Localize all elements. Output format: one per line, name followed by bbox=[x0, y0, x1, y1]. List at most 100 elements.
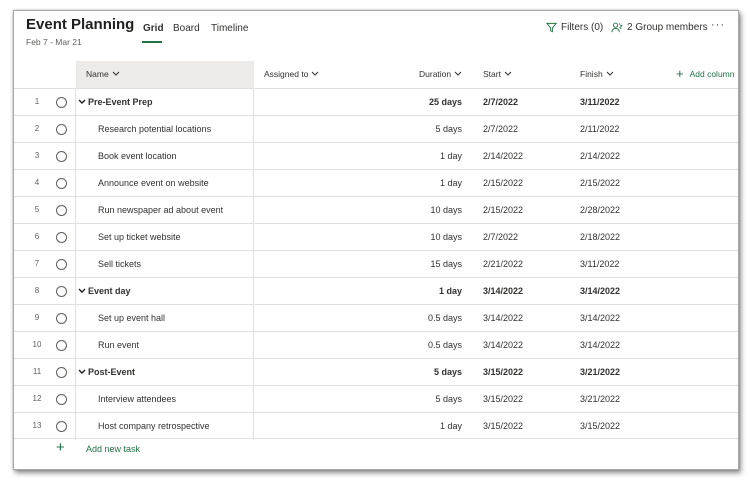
table-row[interactable]: 10 Run event 0.5 days 3/14/2022 3/14/2022 bbox=[14, 331, 738, 359]
task-duration[interactable]: 10 days bbox=[430, 232, 462, 242]
task-start[interactable]: 2/15/2022 bbox=[483, 205, 523, 215]
task-start[interactable]: 2/7/2022 bbox=[483, 232, 518, 242]
task-name[interactable]: Run event bbox=[98, 340, 139, 350]
table-row[interactable]: 8 Event day 1 day 3/14/2022 3/14/2022 bbox=[14, 277, 738, 305]
task-finish[interactable]: 3/21/2022 bbox=[580, 394, 620, 404]
task-finish[interactable]: 2/14/2022 bbox=[580, 151, 620, 161]
task-name[interactable]: Pre-Event Prep bbox=[78, 97, 153, 107]
task-duration[interactable]: 15 days bbox=[430, 259, 462, 269]
task-name[interactable]: Event day bbox=[78, 286, 131, 296]
task-finish[interactable]: 2/28/2022 bbox=[580, 205, 620, 215]
complete-task-checkbox[interactable] bbox=[56, 286, 67, 297]
task-finish[interactable]: 3/11/2022 bbox=[580, 97, 620, 107]
task-start[interactable]: 3/14/2022 bbox=[483, 286, 523, 296]
column-header-assigned[interactable]: Assigned to bbox=[264, 69, 319, 79]
column-header-start[interactable]: Start bbox=[483, 69, 512, 79]
task-duration[interactable]: 1 day bbox=[440, 151, 462, 161]
planner-window: Event Planning Feb 7 - Mar 21 Grid Board… bbox=[13, 10, 739, 470]
complete-task-checkbox[interactable] bbox=[56, 340, 67, 351]
task-name[interactable]: Run newspaper ad about event bbox=[98, 205, 223, 215]
group-members-button[interactable]: 2 Group members bbox=[611, 22, 708, 33]
complete-task-checkbox[interactable] bbox=[56, 178, 67, 189]
table-row[interactable]: 3 Book event location 1 day 2/14/2022 2/14/2… bbox=[14, 142, 738, 170]
task-start[interactable]: 3/15/2022 bbox=[483, 394, 523, 404]
row-number: 1 bbox=[34, 97, 40, 106]
task-finish[interactable]: 3/11/2022 bbox=[580, 259, 619, 269]
row-number: 4 bbox=[34, 178, 40, 187]
table-row[interactable]: 12 Interview attendees 5 days 3/15/2022 3/21… bbox=[14, 385, 738, 413]
more-options-icon[interactable]: ··· bbox=[711, 19, 725, 31]
table-row[interactable]: 4 Announce event on website 1 day 2/15/2022… bbox=[14, 169, 738, 197]
task-name[interactable]: Book event location bbox=[98, 151, 177, 161]
table-row[interactable]: 5 Run newspaper ad about event 10 days 2/15… bbox=[14, 196, 738, 224]
complete-task-checkbox[interactable] bbox=[56, 232, 67, 243]
add-column-button[interactable]: + Add column bbox=[676, 67, 734, 80]
column-divider bbox=[75, 278, 76, 305]
table-row[interactable]: 2 Research potential locations 5 days 2/7/2… bbox=[14, 115, 738, 143]
complete-task-checkbox[interactable] bbox=[56, 394, 67, 405]
complete-task-checkbox[interactable] bbox=[56, 205, 67, 216]
task-start[interactable]: 3/15/2022 bbox=[483, 421, 523, 431]
tab-board[interactable]: Board bbox=[173, 23, 200, 34]
task-duration[interactable]: 5 days bbox=[435, 124, 462, 134]
chevron-down-icon[interactable] bbox=[78, 288, 86, 294]
chevron-down-icon[interactable] bbox=[78, 369, 86, 375]
task-name[interactable]: Set up event hall bbox=[98, 313, 165, 323]
complete-task-checkbox[interactable] bbox=[56, 367, 67, 378]
complete-task-checkbox[interactable] bbox=[56, 97, 67, 108]
task-duration[interactable]: 5 days bbox=[434, 367, 462, 377]
task-duration[interactable]: 5 days bbox=[435, 394, 462, 404]
task-duration[interactable]: 1 day bbox=[439, 286, 462, 296]
table-row[interactable]: 9 Set up event hall 0.5 days 3/14/2022 3/14/… bbox=[14, 304, 738, 332]
task-start[interactable]: 2/7/2022 bbox=[483, 124, 518, 134]
complete-task-checkbox[interactable] bbox=[56, 313, 67, 324]
complete-task-checkbox[interactable] bbox=[56, 124, 67, 135]
table-row[interactable]: 6 Set up ticket website 10 days 2/7/2022 2/1… bbox=[14, 223, 738, 251]
task-start[interactable]: 2/14/2022 bbox=[483, 151, 523, 161]
task-duration[interactable]: 25 days bbox=[429, 97, 462, 107]
table-row[interactable]: 13 Host company retrospective 1 day 3/15/20… bbox=[14, 412, 738, 440]
task-start[interactable]: 2/15/2022 bbox=[483, 178, 523, 188]
task-duration[interactable]: 10 days bbox=[430, 205, 462, 215]
task-finish[interactable]: 3/14/2022 bbox=[580, 340, 620, 350]
complete-task-checkbox[interactable] bbox=[56, 151, 67, 162]
column-header-finish[interactable]: Finish bbox=[580, 69, 614, 79]
task-name[interactable]: Interview attendees bbox=[98, 394, 176, 404]
complete-task-checkbox[interactable] bbox=[56, 421, 67, 432]
task-start[interactable]: 2/7/2022 bbox=[483, 97, 518, 107]
task-duration[interactable]: 0.5 days bbox=[428, 340, 462, 350]
task-start[interactable]: 3/14/2022 bbox=[483, 340, 523, 350]
add-task-row[interactable]: + Add new task bbox=[14, 439, 314, 463]
task-duration[interactable]: 1 day bbox=[440, 178, 462, 188]
task-name[interactable]: Set up ticket website bbox=[98, 232, 181, 242]
task-finish[interactable]: 2/11/2022 bbox=[580, 124, 619, 134]
column-header-duration[interactable]: Duration bbox=[419, 69, 462, 79]
chevron-down-icon bbox=[112, 71, 120, 76]
task-duration[interactable]: 1 day bbox=[440, 421, 462, 431]
task-finish[interactable]: 3/21/2022 bbox=[580, 367, 620, 377]
task-name[interactable]: Host company retrospective bbox=[98, 421, 210, 431]
task-name[interactable]: Announce event on website bbox=[98, 178, 209, 188]
tab-timeline[interactable]: Timeline bbox=[211, 23, 248, 34]
task-finish[interactable]: 3/14/2022 bbox=[580, 286, 620, 296]
task-start[interactable]: 2/21/2022 bbox=[483, 259, 523, 269]
task-name[interactable]: Post-Event bbox=[78, 367, 135, 377]
task-name[interactable]: Research potential locations bbox=[98, 124, 211, 134]
task-finish[interactable]: 2/18/2022 bbox=[580, 232, 620, 242]
task-name[interactable]: Sell tickets bbox=[98, 259, 141, 269]
column-header-name[interactable]: Name bbox=[86, 69, 120, 79]
task-finish[interactable]: 3/14/2022 bbox=[580, 313, 620, 323]
chevron-down-icon[interactable] bbox=[78, 99, 86, 105]
column-divider bbox=[75, 170, 76, 197]
complete-task-checkbox[interactable] bbox=[56, 259, 67, 270]
table-row[interactable]: 1 Pre-Event Prep 25 days 2/7/2022 3/11/2022 bbox=[14, 88, 738, 116]
task-start[interactable]: 3/15/2022 bbox=[483, 367, 523, 377]
table-row[interactable]: 11 Post-Event 5 days 3/15/2022 3/21/2022 bbox=[14, 358, 738, 386]
task-finish[interactable]: 2/15/2022 bbox=[580, 178, 620, 188]
task-finish[interactable]: 3/15/2022 bbox=[580, 421, 620, 431]
filters-button[interactable]: Filters (0) bbox=[546, 22, 603, 33]
tab-grid[interactable]: Grid bbox=[143, 23, 164, 34]
task-start[interactable]: 3/14/2022 bbox=[483, 313, 523, 323]
task-duration[interactable]: 0.5 days bbox=[428, 313, 462, 323]
table-row[interactable]: 7 Sell tickets 15 days 2/21/2022 3/11/2022 bbox=[14, 250, 738, 278]
